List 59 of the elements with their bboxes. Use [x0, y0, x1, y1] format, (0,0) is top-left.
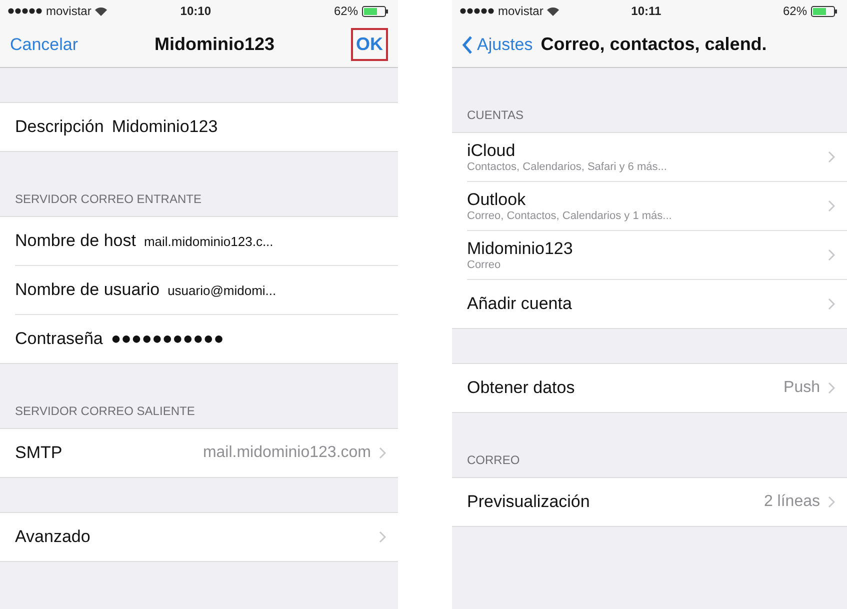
field-label: Descripción [15, 117, 104, 137]
signal-dots-icon [8, 8, 42, 14]
cancel-button[interactable]: Cancelar [10, 34, 78, 54]
clock-time: 10:10 [179, 4, 212, 18]
chevron-icon [828, 298, 835, 310]
settings-row[interactable]: Nombre de host mail.midominio123.c... [15, 217, 398, 266]
clock-time: 10:11 [630, 4, 662, 18]
row-label: Previsualización [467, 492, 590, 512]
field-value: usuario@midomi... [168, 282, 276, 298]
account-row[interactable]: iCloud Contactos, Calendarios, Safari y 6 más... [467, 133, 847, 182]
account-name: iCloud [467, 141, 516, 161]
settings-row[interactable]: Nombre de usuario usuario@midomi... [15, 266, 398, 315]
chevron-icon [828, 382, 835, 394]
carrier-name: movistar [498, 4, 544, 18]
section-header: SERVIDOR CORREO SALIENTE [14, 404, 196, 420]
chevron-icon [379, 447, 386, 459]
section-header: SERVIDOR CORREO ENTRANTE [14, 192, 202, 208]
account-services: Correo, Contactos, Calendarios y 1 más... [467, 210, 672, 222]
row-detail: mail.midominio123.com [202, 444, 371, 462]
account-services: Contactos, Calendarios, Safari y 6 más... [467, 161, 667, 173]
row-detail: Push [784, 379, 820, 397]
row-label: Añadir cuenta [467, 294, 572, 314]
chevron-icon [828, 151, 835, 163]
field-label: Nombre de usuario [15, 280, 160, 300]
row-label: Obtener datos [467, 378, 575, 398]
battery-percent: 62% [782, 4, 807, 18]
chevron-icon [828, 496, 835, 508]
account-row[interactable]: Midominio123 Correo [467, 231, 847, 280]
field-value: mail.midominio123.c... [144, 234, 274, 248]
section-header: CUENTAS [466, 108, 524, 124]
row-label: Avanzado [15, 527, 90, 547]
section-header: CORREO [466, 453, 521, 469]
carrier-name: movistar [46, 4, 92, 18]
settings-row[interactable]: Añadir cuenta [467, 280, 847, 328]
account-row[interactable]: Outlook Correo, Contactos, Calendarios y 1 más... [467, 182, 847, 231]
field-label: Nombre de host [15, 231, 136, 251]
wifi-icon [95, 6, 108, 16]
field-label: Contraseña [15, 329, 103, 349]
chevron-icon [828, 200, 835, 212]
settings-row[interactable]: Contraseña ●●●●●●●●●●● [15, 315, 398, 363]
chevron-icon [379, 531, 386, 543]
row-label: SMTP [15, 443, 62, 463]
screen-title: Midominio123 [154, 34, 275, 54]
row-detail: 2 líneas [764, 493, 820, 511]
battery-icon [811, 6, 839, 16]
signal-dots-icon [460, 8, 494, 14]
back-button[interactable]: Ajustes [462, 34, 533, 54]
account-name: Midominio123 [467, 239, 573, 259]
chevron-icon [828, 249, 835, 261]
account-services: Correo [467, 259, 502, 271]
back-chevron-icon [462, 36, 473, 54]
ok-button[interactable]: OK [351, 28, 388, 61]
wifi-icon [547, 6, 560, 16]
screen-title: Correo, contactos, calend. [540, 34, 767, 55]
field-value: ●●●●●●●●●●● [110, 329, 224, 349]
battery-icon [362, 6, 390, 16]
field-value: Midominio123 [112, 117, 218, 137]
account-name: Outlook [467, 190, 527, 210]
battery-percent: 62% [334, 4, 358, 18]
